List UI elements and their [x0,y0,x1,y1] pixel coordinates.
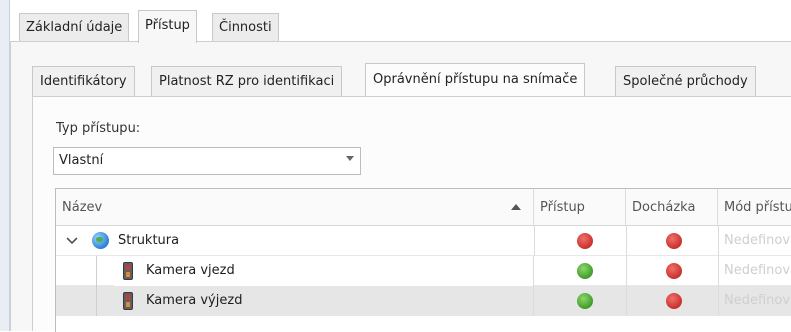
access-type-label: Typ přístupu: [56,121,141,136]
access-deny-icon [577,233,593,249]
column-header-nazev[interactable]: Název [56,189,534,226]
tab-pristup[interactable]: Přístup [138,10,197,43]
table-row-kamera-vjezd[interactable]: Kamera vjezd Nedefinováno [56,256,791,286]
row-name: Kamera vjezd [146,263,235,278]
row-name: Kamera výjezd [146,293,243,308]
camera-reader-icon [123,262,133,280]
table-row-kamera-vyjezd[interactable]: Kamera výjezd Nedefinováno [56,286,791,316]
table-row-struktura[interactable]: Struktura Nedefinováno [56,226,791,256]
attendance-deny-icon [666,263,682,279]
access-type-select[interactable]: Vlastní [53,147,361,175]
access-type-value: Vlastní [59,153,104,168]
attendance-deny-icon [666,233,682,249]
subtab-opravneni-pristupu[interactable]: Oprávnění přístupu na snímače [365,63,586,96]
tab-cinnosti[interactable]: Činnosti [212,13,279,41]
row-name: Struktura [118,233,180,248]
tree-cell: Kamera výjezd [114,286,534,316]
globe-icon [92,232,109,249]
chevron-down-icon[interactable] [346,156,354,161]
column-header-pristup[interactable]: Přístup [534,189,626,226]
mode-value: Nedefinováno [724,233,791,248]
camera-reader-icon [123,292,133,310]
chevron-down-icon[interactable] [66,235,78,247]
access-allow-icon [577,263,593,279]
attendance-deny-icon [666,293,682,309]
tree-cell: Kamera vjezd [114,256,534,286]
mode-value: Nedefinováno [724,293,791,308]
column-header-mod-pristupu[interactable]: Mód přístupu [718,189,791,226]
subtab-identifikatory[interactable]: Identifikátory [32,66,135,96]
tab-zakladni-udaje[interactable]: Základní údaje [19,13,130,41]
left-rail [0,0,10,331]
access-allow-icon [577,293,593,309]
subtab-platnost-rz[interactable]: Platnost RZ pro identifikaci [151,66,343,96]
column-header-nazev-label: Název [62,200,103,215]
sort-ascending-icon [511,204,521,210]
subtab-spolecne-pruchody[interactable]: Společné průchody [615,66,756,96]
tree-cell: Struktura [56,226,534,256]
access-grid: Název Přístup Docházka Mód přístupu Stru… [55,188,791,332]
mode-value: Nedefinováno [724,263,791,278]
column-header-dochazka[interactable]: Docházka [626,189,718,226]
